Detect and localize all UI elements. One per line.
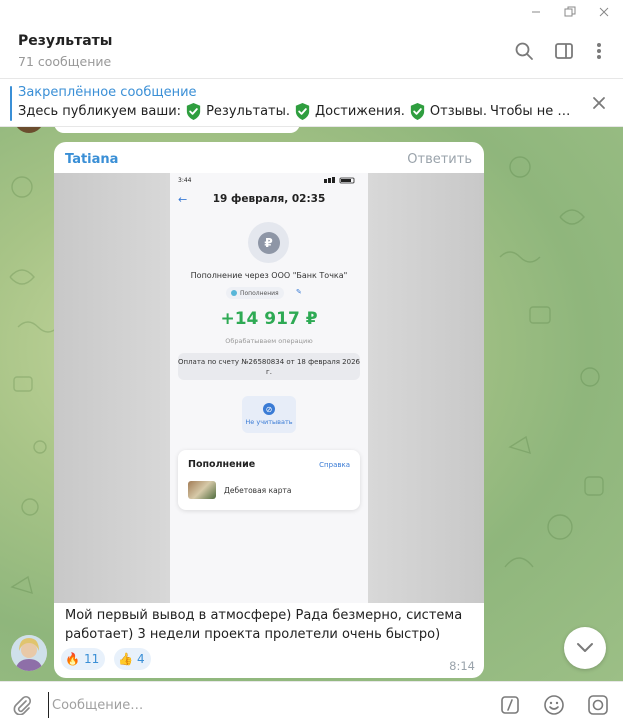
deposit-card: Пополнение Справка Дебетовая карта <box>178 450 360 510</box>
window-titlebar <box>0 0 623 24</box>
edit-pencil-icon: ✎ <box>296 288 302 296</box>
category-chip: Пополнения <box>226 287 284 299</box>
message-input[interactable] <box>48 692 478 718</box>
pinned-segment: Здесь публикуем ваши: <box>18 104 182 119</box>
debit-card-label: Дебетовая карта <box>224 486 292 495</box>
message-time: 8:14 <box>449 659 475 673</box>
category-dot-icon <box>231 290 237 296</box>
pinned-segment: Достижения. <box>315 104 405 119</box>
photo-blur-right <box>368 173 484 603</box>
reaction-count: 4 <box>136 652 145 666</box>
bot-commands-icon[interactable] <box>498 693 522 717</box>
receipt-amount: +14 917 ₽ <box>220 309 318 329</box>
message-bubble[interactable]: Tatiana Ответить 3:44 ← 19 февраля, 02:3… <box>54 142 484 678</box>
reaction-count: 11 <box>83 652 100 666</box>
ignore-button: ⊘ Не учитывать <box>242 396 296 433</box>
reply-button[interactable]: Ответить <box>407 152 472 167</box>
receipt-description: Пополнение через ООО "Банк Точка" <box>190 271 348 280</box>
ruble-icon: ₽ <box>257 231 280 254</box>
more-options-icon[interactable] <box>586 38 612 64</box>
chat-area[interactable]: Tatiana Ответить 3:44 ← 19 февраля, 02:3… <box>0 127 623 681</box>
deposit-card-title: Пополнение <box>188 459 256 470</box>
check-shield-icon <box>295 102 310 121</box>
restore-icon[interactable] <box>555 0 585 24</box>
pinned-segment: Результаты. <box>206 104 291 119</box>
sender-avatar[interactable] <box>11 635 47 671</box>
ruble-icon-circle: ₽ <box>248 222 289 263</box>
search-icon[interactable] <box>511 38 537 64</box>
photo-blur-left <box>54 173 170 603</box>
chat-header: Результаты 71 сообщение <box>0 24 623 79</box>
reaction-fire[interactable]: 🔥 11 <box>61 648 106 670</box>
pinned-segment: Отзывы. <box>429 104 487 119</box>
fire-emoji-icon: 🔥 <box>65 652 80 666</box>
reaction-thumbs-up[interactable]: 👍 4 <box>114 648 151 670</box>
sender-name[interactable]: Tatiana <box>65 152 118 167</box>
camera-record-icon[interactable] <box>586 693 610 717</box>
payment-note: Оплата по счету №26580834 от 18 февраля … <box>178 353 360 380</box>
previous-message-bubble <box>54 127 300 133</box>
check-shield-icon <box>186 102 201 121</box>
close-window-icon[interactable] <box>589 0 619 24</box>
message-composer <box>0 681 623 726</box>
attach-icon[interactable] <box>10 693 34 717</box>
receipt-date: 19 февраля, 02:35 <box>212 193 326 205</box>
debit-card-image <box>188 481 216 499</box>
status-time: 3:44 <box>178 177 192 184</box>
pinned-text: Здесь публикуем ваши: Результаты. Достиж… <box>18 102 570 121</box>
message-text: Мой первый вывод в атмосфере) Рада безме… <box>65 608 463 642</box>
close-pinned-icon[interactable] <box>589 93 609 113</box>
processing-status: Обрабатываем операцию <box>225 337 313 345</box>
help-link: Справка <box>319 461 350 469</box>
ignore-label: Не учитывать <box>245 418 293 426</box>
chevron-down-icon <box>577 643 593 652</box>
pinned-message-bar[interactable]: Закреплённое сообщение Здесь публикуем в… <box>0 79 623 127</box>
pinned-segment: Чтобы не … <box>489 104 571 119</box>
thumbs-up-emoji-icon: 👍 <box>118 652 133 666</box>
ignore-icon: ⊘ <box>263 403 275 415</box>
category-label: Пополнения <box>240 289 279 297</box>
scroll-down-button[interactable] <box>564 627 606 669</box>
pinned-indicator <box>10 86 12 121</box>
receipt-screenshot: 3:44 ← 19 февраля, 02:35 ₽ Пополнение че… <box>170 173 368 603</box>
minimize-icon[interactable] <box>521 0 551 24</box>
emoji-icon[interactable] <box>542 693 566 717</box>
status-icons <box>324 177 360 186</box>
check-shield-icon <box>410 102 425 121</box>
sidebar-toggle-icon[interactable] <box>551 38 577 64</box>
pinned-title: Закреплённое сообщение <box>18 85 197 100</box>
chat-title[interactable]: Результаты <box>18 33 112 49</box>
message-photo[interactable]: 3:44 ← 19 февраля, 02:35 ₽ Пополнение че… <box>54 173 484 603</box>
member-count: 71 сообщение <box>18 54 112 69</box>
